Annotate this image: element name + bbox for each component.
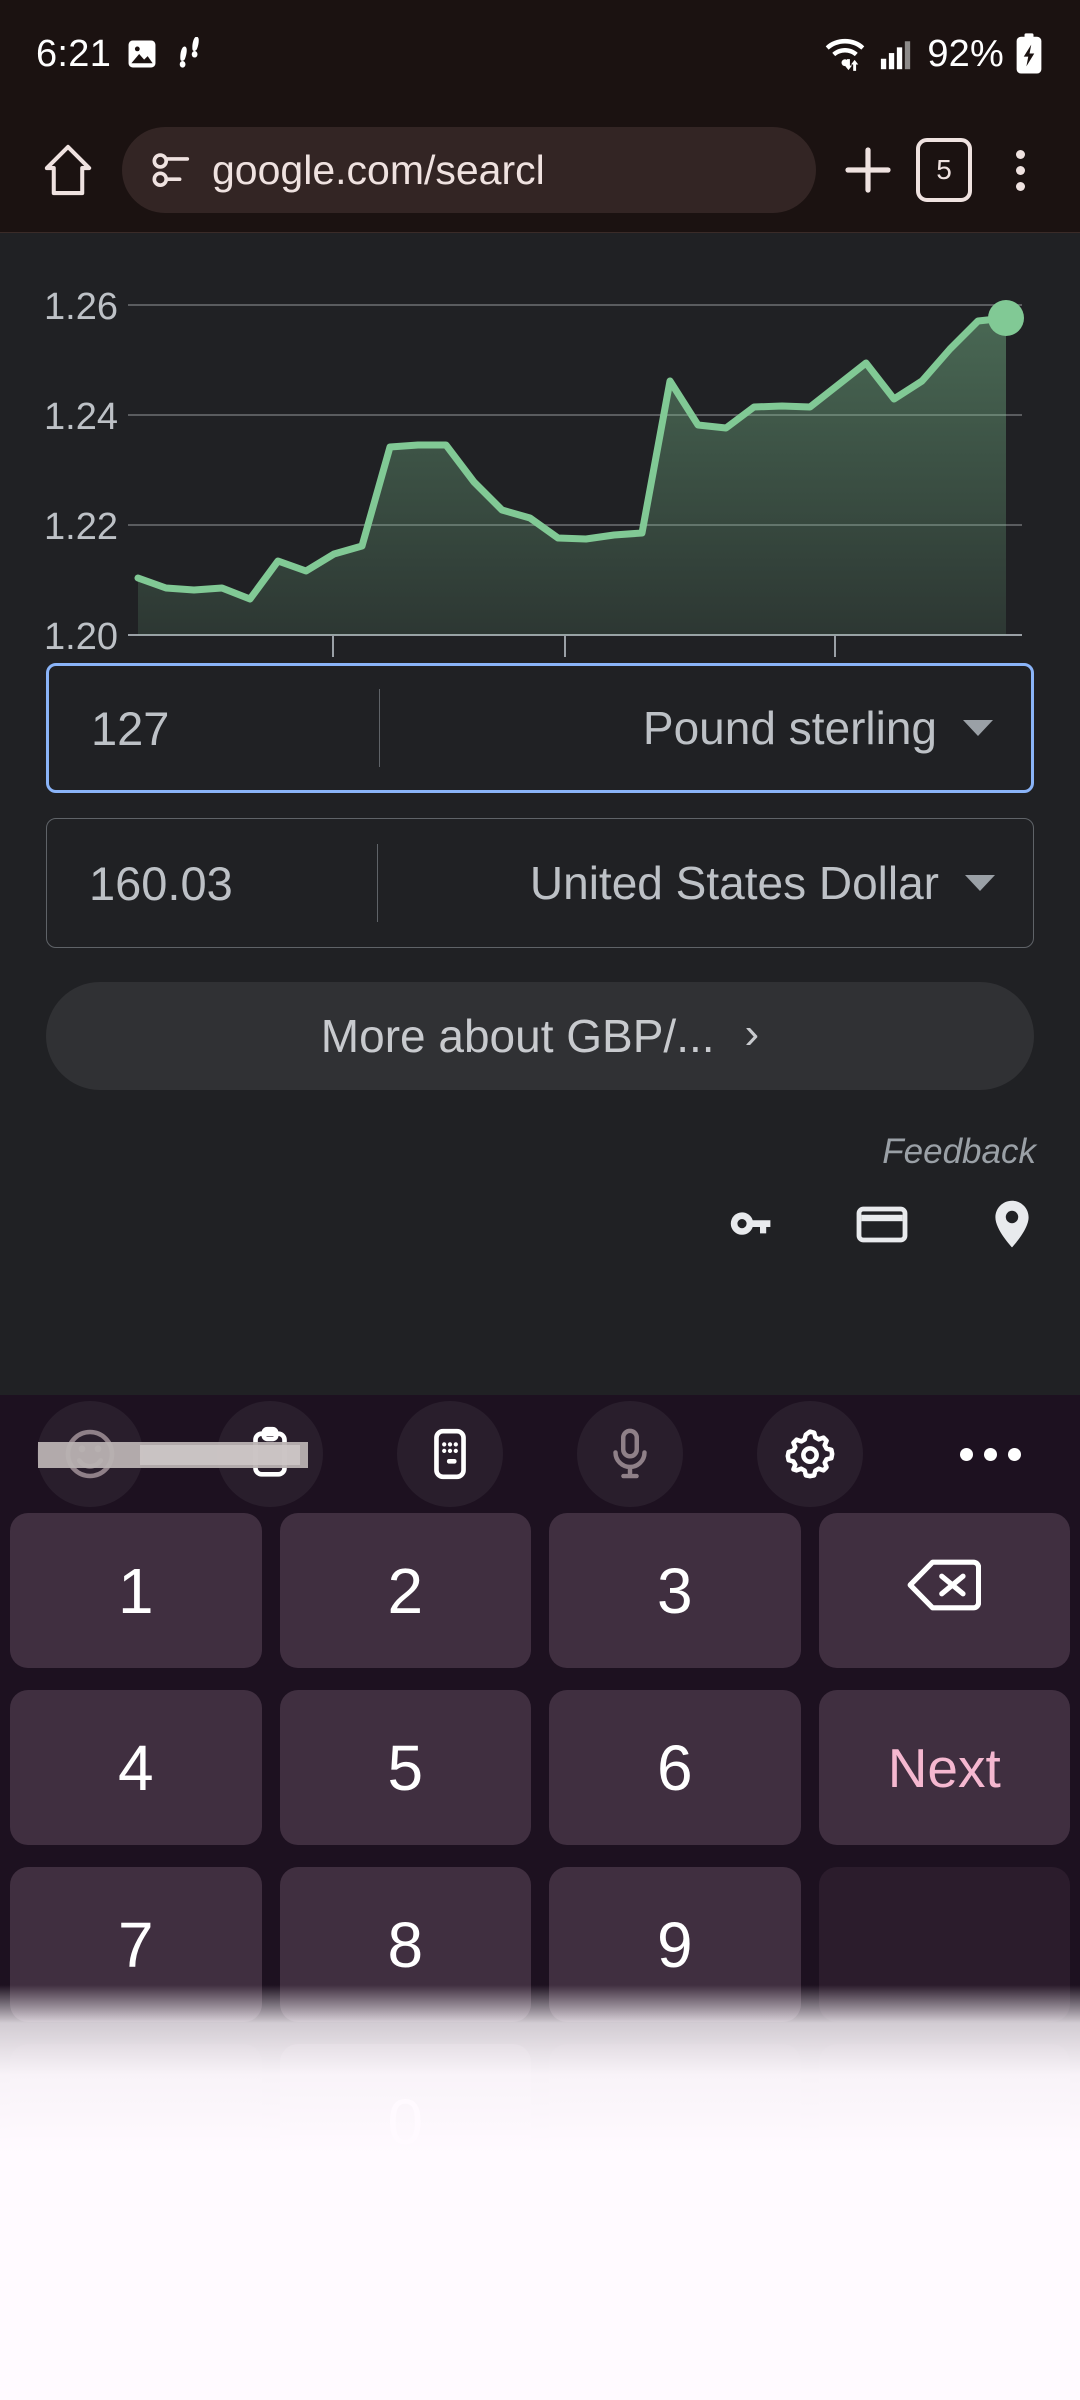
more-horizontal-icon[interactable]: [959, 1447, 1021, 1461]
tab-count-badge: 5: [916, 138, 972, 202]
key-6[interactable]: 6: [549, 1690, 801, 1845]
status-bar: 6:21 92%: [0, 0, 1080, 108]
sticker-icon[interactable]: [397, 1401, 503, 1507]
key-7[interactable]: 7: [10, 1867, 262, 2022]
feedback-label: Feedback: [882, 1132, 1036, 1171]
chart-y-ticks: 1.26 1.24 1.22 1.20: [44, 286, 118, 658]
omnibox[interactable]: google.com/searcl: [122, 127, 816, 213]
cellular-signal-icon: [879, 36, 917, 72]
keyboard-toolbar-slot[interactable]: [360, 1401, 540, 1507]
microphone-icon[interactable]: [577, 1401, 683, 1507]
keyboard-toolbar-slot[interactable]: [720, 1401, 900, 1507]
chart-last-point-marker: [988, 300, 1024, 336]
caret-down-icon: [965, 875, 995, 891]
browser-menu-button[interactable]: [982, 132, 1058, 208]
y-tick-label: 1.22: [44, 506, 118, 548]
key-0[interactable]: 0: [279, 2044, 531, 2199]
tab-switcher-button[interactable]: 5: [906, 132, 982, 208]
render-artifact-band: [140, 1445, 300, 1465]
key-blank[interactable]: [818, 2044, 1070, 2199]
y-tick-label: 1.26: [44, 286, 118, 328]
password-key-icon[interactable]: [722, 1194, 782, 1254]
keyboard-toolbar-slot[interactable]: [900, 1447, 1080, 1461]
backspace-icon: [907, 1554, 982, 1628]
y-tick-label: 1.24: [44, 396, 118, 438]
currency-chart[interactable]: 1.26 1.24 1.22 1.20 Nov: [0, 233, 1080, 663]
more-about-button[interactable]: More about GBP/... ›: [46, 982, 1034, 1090]
home-button[interactable]: [30, 132, 106, 208]
keyboard-toolbar-slot[interactable]: [540, 1401, 720, 1507]
key-backspace[interactable]: [818, 1513, 1070, 1668]
chart-area-fill: [138, 318, 1006, 635]
wifi-icon: [821, 34, 869, 74]
key-1[interactable]: 1: [10, 1513, 262, 1668]
on-screen-keyboard: 1 2 3 4 5 6 Next 7 8 9 0: [0, 1395, 1080, 2400]
battery-percent: 92%: [927, 32, 1004, 75]
from-currency-label: Pound sterling: [642, 702, 937, 754]
key-9[interactable]: 9: [549, 1867, 801, 2022]
converter-from-field[interactable]: 127 Pound sterling: [46, 663, 1034, 793]
url-text[interactable]: google.com/searcl: [212, 147, 545, 194]
to-amount-input[interactable]: 160.03: [47, 856, 377, 911]
plus-icon: [840, 142, 896, 198]
more-about-label: More about GBP/...: [320, 1010, 715, 1062]
new-tab-button[interactable]: [830, 132, 906, 208]
settings-gear-icon[interactable]: [757, 1401, 863, 1507]
keypad: 1 2 3 4 5 6 Next 7 8 9 0: [0, 1513, 1080, 2221]
feedback-link[interactable]: Feedback: [0, 1090, 1080, 1172]
to-currency-select[interactable]: United States Dollar: [378, 856, 1033, 910]
chart-x-tickmarks: [332, 635, 836, 657]
browser-toolbar: google.com/searcl 5: [0, 108, 1080, 233]
key-blank[interactable]: [549, 2044, 801, 2199]
status-bar-left: 6:21: [36, 33, 205, 76]
phone-screen: 6:21 92% google.com/searcl 5 1.26 1.24 1…: [0, 0, 1080, 2400]
key-2[interactable]: 2: [279, 1513, 531, 1668]
key-blank[interactable]: [10, 2044, 262, 2199]
location-pin-icon[interactable]: [982, 1194, 1042, 1254]
chevron-right-icon: ›: [744, 1009, 760, 1058]
autofill-bar: [0, 1172, 1080, 1254]
more-vertical-icon: [1015, 149, 1025, 191]
from-currency-select[interactable]: Pound sterling: [380, 701, 1031, 755]
page-content: 1.26 1.24 1.22 1.20 Nov: [0, 233, 1080, 1395]
permissions-key-icon[interactable]: [148, 147, 194, 193]
status-clock: 6:21: [36, 32, 112, 75]
key-3[interactable]: 3: [549, 1513, 801, 1668]
keypad-row: 7 8 9: [10, 1867, 1070, 2022]
battery-charging-icon: [1014, 33, 1044, 75]
keypad-row: 1 2 3: [10, 1513, 1070, 1668]
key-8[interactable]: 8: [279, 1867, 531, 2022]
footsteps-icon: [173, 37, 205, 71]
key-5[interactable]: 5: [279, 1690, 531, 1845]
image-icon: [125, 37, 159, 71]
key-blank[interactable]: [818, 1867, 1070, 2022]
chart-svg: 1.26 1.24 1.22 1.20 Nov: [44, 286, 1024, 658]
y-tick-label: 1.20: [44, 616, 118, 658]
to-currency-label: United States Dollar: [529, 857, 939, 909]
currency-converter: 127 Pound sterling 160.03 United States …: [0, 663, 1080, 948]
status-bar-right: 92%: [821, 33, 1044, 76]
from-amount-input[interactable]: 127: [49, 701, 379, 756]
converter-to-field[interactable]: 160.03 United States Dollar: [46, 818, 1034, 948]
credit-card-icon[interactable]: [852, 1194, 912, 1254]
key-4[interactable]: 4: [10, 1690, 262, 1845]
key-next[interactable]: Next: [818, 1690, 1070, 1845]
keypad-row: 4 5 6 Next: [10, 1690, 1070, 1845]
caret-down-icon: [963, 720, 993, 736]
keypad-row: 0: [10, 2044, 1070, 2199]
home-icon: [43, 143, 93, 197]
